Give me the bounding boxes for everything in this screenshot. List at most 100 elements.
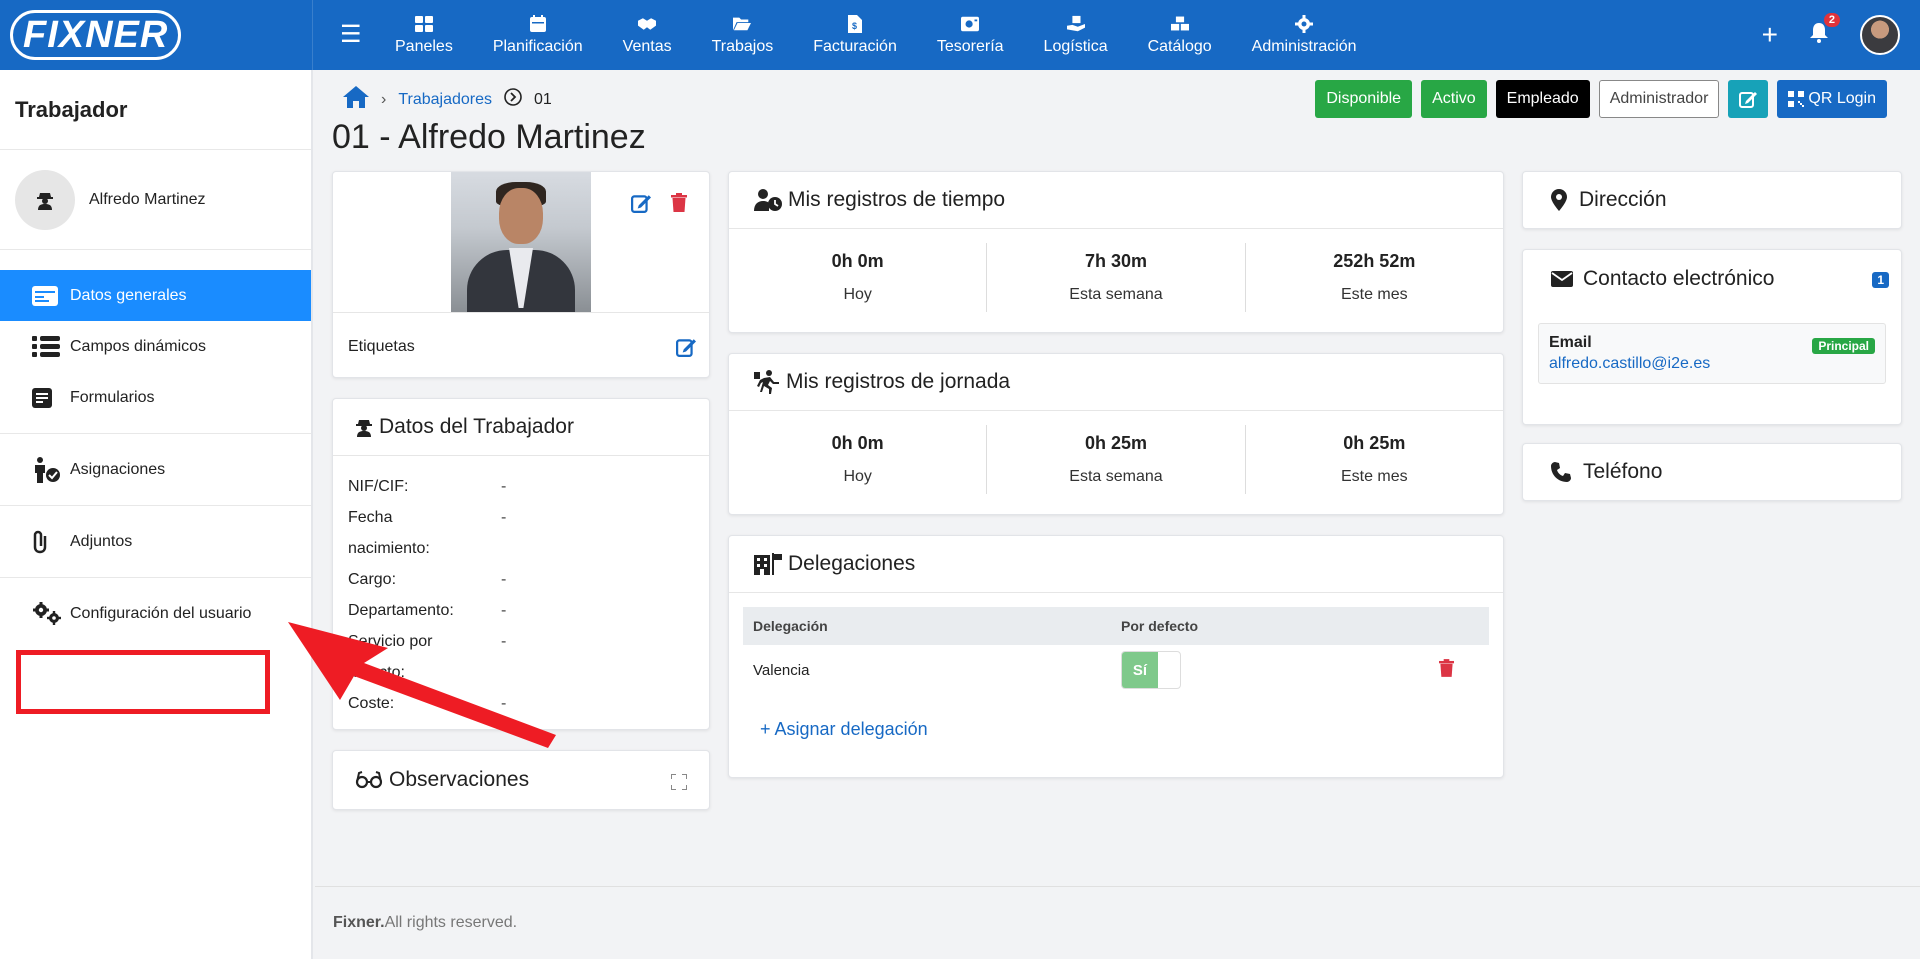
delegations-title: Delegaciones xyxy=(788,552,916,575)
empleado-button[interactable]: Empleado xyxy=(1495,80,1590,118)
stat-label: Esta semana xyxy=(1069,286,1163,303)
map-marker-icon xyxy=(1551,189,1567,211)
gear-icon xyxy=(1295,14,1314,33)
edit-photo-icon[interactable] xyxy=(631,193,651,213)
column-header-actions xyxy=(1429,607,1489,645)
worker-data-row: NIF/CIF: - xyxy=(348,471,694,502)
administrador-button[interactable]: Administrador xyxy=(1598,80,1720,118)
sidebar-item-configuracion-usuario[interactable]: Configuración del usuario xyxy=(0,588,311,639)
nav-catalogo[interactable]: Catálogo xyxy=(1128,0,1232,70)
footer-brand: Fixner. xyxy=(333,914,385,931)
data-key: Servicio por defecto: xyxy=(348,633,433,681)
worker-data-row: Servicio por defecto: - xyxy=(348,626,694,688)
observations-card: Observaciones xyxy=(332,750,710,810)
stat-label: Esta semana xyxy=(1069,468,1163,485)
dashboard-icon xyxy=(414,15,433,33)
contact-header: Contacto electrónico xyxy=(1523,250,1901,308)
nav-trabajos[interactable]: Trabajos xyxy=(692,0,794,70)
qr-login-label: QR Login xyxy=(1808,90,1876,107)
worker-photo xyxy=(451,172,591,312)
nav-label: Paneles xyxy=(395,37,453,55)
nav-facturacion[interactable]: $ Facturación xyxy=(793,0,917,70)
stat-label: Este mes xyxy=(1340,286,1408,303)
sidebar-item-label: Formularios xyxy=(70,388,155,406)
toggle-on-label: Sí xyxy=(1122,652,1158,688)
email-link[interactable]: alfredo.castillo@i2e.es xyxy=(1549,355,1875,373)
person-check-icon xyxy=(32,456,62,483)
sidebar-item-datos-generales[interactable]: Datos generales xyxy=(0,270,311,321)
nav-administracion[interactable]: Administración xyxy=(1232,0,1377,70)
form-icon xyxy=(32,387,62,408)
sidebar-item-asignaciones[interactable]: Asignaciones xyxy=(0,444,311,495)
column-header: Por defecto xyxy=(1111,607,1429,645)
paperclip-icon xyxy=(32,530,62,554)
breadcrumb: › Trabajadores 01 xyxy=(343,86,552,113)
delete-photo-icon[interactable] xyxy=(671,193,687,212)
table-header-row: Delegación Por defecto xyxy=(743,607,1489,645)
logo-container[interactable]: FIXNER xyxy=(0,0,313,70)
nav-paneles[interactable]: Paneles xyxy=(375,0,473,70)
default-toggle[interactable]: Sí xyxy=(1121,651,1181,689)
disponible-button[interactable]: Disponible xyxy=(1315,80,1413,118)
shift-records-header: Mis registros de jornada xyxy=(729,354,1503,411)
delete-delegation-icon[interactable] xyxy=(1439,659,1454,677)
stat-value: 0h 25m xyxy=(1343,433,1406,453)
highlight-box xyxy=(16,650,270,714)
sidebar-item-formularios[interactable]: Formularios xyxy=(0,372,311,423)
page-title: 01 - Alfredo Martinez xyxy=(332,118,646,156)
contact-card: Contacto electrónico 1 Email alfredo.cas… xyxy=(1522,249,1902,425)
running-person-icon xyxy=(754,370,779,394)
nav-label: Ventas xyxy=(622,37,672,55)
edit-tags-icon[interactable] xyxy=(676,337,696,357)
stat-label: Este mes xyxy=(1340,468,1408,485)
data-key: NIF/CIF: xyxy=(348,478,409,495)
worker-data-row: Fecha nacimiento: - xyxy=(348,502,694,564)
shift-records-title: Mis registros de jornada xyxy=(786,370,1011,393)
breadcrumb-link[interactable]: Trabajadores xyxy=(398,91,492,109)
data-key: Fecha nacimiento: xyxy=(348,509,430,557)
contact-count-badge: 1 xyxy=(1872,272,1889,288)
observations-header: Observaciones xyxy=(333,751,709,809)
tags-label: Etiquetas xyxy=(348,338,415,355)
data-key: Cargo: xyxy=(348,571,397,588)
nav-planificacion[interactable]: Planificación xyxy=(473,0,603,70)
user-clock-icon xyxy=(754,189,782,211)
list-icon xyxy=(32,335,62,358)
expand-icon[interactable] xyxy=(671,774,687,790)
header-actions: Disponible Activo Empleado Administrador… xyxy=(1315,80,1887,118)
qr-login-button[interactable]: QR Login xyxy=(1777,80,1887,118)
home-icon[interactable] xyxy=(343,86,369,113)
user-avatar[interactable] xyxy=(1860,15,1900,55)
sidebar-item-label: Adjuntos xyxy=(70,532,133,550)
address-title: Dirección xyxy=(1579,188,1667,211)
edit-button[interactable] xyxy=(1728,80,1769,118)
data-key: Coste: xyxy=(348,695,395,712)
fixner-logo[interactable]: FIXNER xyxy=(10,10,182,60)
assign-delegation-link[interactable]: + Asignar delegación xyxy=(760,719,928,739)
activo-button[interactable]: Activo xyxy=(1421,80,1487,118)
nav-logistica[interactable]: Logística xyxy=(1024,0,1128,70)
data-value: - xyxy=(501,633,507,650)
time-records-card: Mis registros de tiempo 0h 0m Hoy 7h 30m E… xyxy=(728,171,1504,333)
add-icon[interactable]: + xyxy=(1762,21,1778,49)
cash-register-icon xyxy=(961,15,980,33)
sidebar-item-adjuntos[interactable]: Adjuntos xyxy=(0,516,311,567)
main-nav: Paneles Planificación Ventas Trabajos $ … xyxy=(375,0,1377,70)
data-key: Departamento: xyxy=(348,602,454,619)
email-entry: Email alfredo.castillo@i2e.es Principal xyxy=(1538,323,1886,384)
nav-ventas[interactable]: Ventas xyxy=(603,0,692,70)
sidebar-user: Alfredo Martinez xyxy=(0,150,311,250)
nav-label: Tesorería xyxy=(936,37,1004,55)
phone-icon xyxy=(1551,462,1571,482)
data-value: - xyxy=(501,478,507,495)
notifications-button[interactable]: 2 xyxy=(1810,12,1840,48)
sidebar-item-campos-dinamicos[interactable]: Campos dinámicos xyxy=(0,321,311,372)
user-secret-icon xyxy=(356,420,372,437)
nav-tesoreria[interactable]: Tesorería xyxy=(917,0,1024,70)
calendar-icon xyxy=(529,15,547,33)
invoice-icon: $ xyxy=(846,14,864,33)
nav-label: Logística xyxy=(1043,37,1108,55)
data-value: - xyxy=(501,602,507,619)
contact-title: Contacto electrónico xyxy=(1583,267,1775,290)
hamburger-menu-icon[interactable]: ☰ xyxy=(340,20,362,49)
